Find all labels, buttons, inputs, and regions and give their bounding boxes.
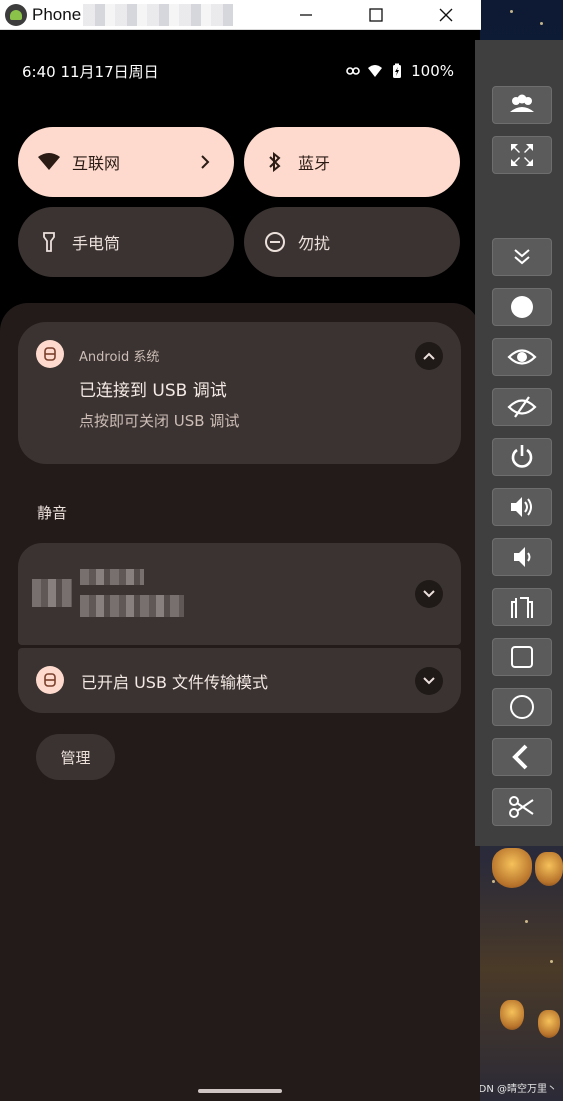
minimize-button[interactable] <box>271 0 341 30</box>
screenshot-cut-icon <box>509 796 534 818</box>
fullscreen-icon <box>511 144 533 166</box>
home-indicator[interactable] <box>198 1089 282 1093</box>
tile-internet[interactable]: 互联网 <box>18 127 234 197</box>
redacted-text <box>80 595 184 617</box>
volume-up-icon <box>511 497 532 517</box>
close-button[interactable] <box>411 0 481 30</box>
tile-flashlight[interactable]: 手电筒 <box>18 207 234 277</box>
silent-section-label: 静音 <box>37 504 68 522</box>
power-button[interactable] <box>492 438 552 476</box>
power-icon <box>511 445 533 468</box>
tile-do-not-disturb[interactable]: 勿扰 <box>244 207 460 277</box>
recents-icon <box>511 646 533 668</box>
fullscreen-button[interactable] <box>492 136 552 174</box>
notification-usb-debugging[interactable]: Android 系统 已连接到 USB 调试 点按即可关闭 USB 调试 <box>18 322 461 464</box>
do-not-disturb-icon <box>264 231 286 253</box>
rotate-button[interactable] <box>492 588 552 626</box>
minimize-icon <box>300 14 312 16</box>
chevron-up-icon <box>423 352 435 360</box>
status-bar: 6:40 11月17日周日 100% <box>22 60 454 82</box>
screenshot-button[interactable] <box>492 788 552 826</box>
home-icon <box>510 695 534 719</box>
notification-text: 点按即可关闭 USB 调试 <box>79 412 240 430</box>
show-touches-button[interactable] <box>492 338 552 376</box>
hide-touches-button[interactable] <box>492 388 552 426</box>
collapse-icon <box>514 249 530 265</box>
eye-icon <box>507 349 537 365</box>
chevron-down-icon <box>423 677 435 685</box>
notification-redacted[interactable] <box>18 543 461 645</box>
wifi-icon <box>38 151 60 173</box>
volume-up-button[interactable] <box>492 488 552 526</box>
record-button[interactable] <box>492 288 552 326</box>
chevron-right-icon <box>201 155 210 169</box>
notification-usb-file-transfer[interactable]: 已开启 USB 文件传输模式 <box>18 648 461 713</box>
notification-app-name: Android 系统 <box>79 350 160 365</box>
emulator-toolbar <box>475 40 563 846</box>
back-icon <box>512 744 528 770</box>
battery-percent: 100% <box>411 62 454 80</box>
back-button[interactable] <box>492 738 552 776</box>
collapse-button[interactable] <box>492 238 552 276</box>
maximize-icon <box>369 8 383 22</box>
android-app-icon <box>5 3 27 26</box>
rotate-icon <box>511 597 533 618</box>
expand-notification-button[interactable] <box>415 667 443 695</box>
notification-title: 已连接到 USB 调试 <box>79 381 227 401</box>
eye-off-icon <box>507 396 537 418</box>
recents-button[interactable] <box>492 638 552 676</box>
bluetooth-icon <box>264 151 286 173</box>
volume-down-button[interactable] <box>492 538 552 576</box>
wifi-status-icon <box>368 65 383 77</box>
manage-button[interactable]: 管理 <box>36 734 115 780</box>
volume-down-icon <box>514 547 531 567</box>
redacted-title-area <box>83 3 234 26</box>
notification-title: 已开启 USB 文件传输模式 <box>81 673 269 692</box>
status-time-date: 6:40 11月17日周日 <box>22 62 159 81</box>
expand-notification-button[interactable] <box>415 580 443 608</box>
battery-icon <box>393 63 402 78</box>
android-system-icon <box>36 666 64 694</box>
redacted-title <box>80 569 144 585</box>
close-icon <box>439 8 453 22</box>
phone-screen: 6:40 11月17日周日 100% 互联网 蓝牙 手电筒 勿扰 Android… <box>0 30 480 1101</box>
android-system-icon <box>36 340 64 368</box>
tile-label: 互联网 <box>72 154 121 173</box>
maximize-button[interactable] <box>341 0 411 30</box>
home-button[interactable] <box>492 688 552 726</box>
window-titlebar: Phone <box>0 0 481 30</box>
window-title: Phone <box>32 4 82 24</box>
flashlight-icon <box>38 231 60 253</box>
multi-user-icon <box>510 94 534 112</box>
tile-label: 勿扰 <box>298 234 331 253</box>
vpn-key-icon <box>346 67 360 75</box>
collapse-notification-button[interactable] <box>415 342 443 370</box>
record-icon <box>511 296 533 318</box>
chevron-down-icon <box>423 590 435 598</box>
multi-user-button[interactable] <box>492 86 552 124</box>
tile-label: 蓝牙 <box>298 154 331 173</box>
tile-bluetooth[interactable]: 蓝牙 <box>244 127 460 197</box>
redacted-icon <box>32 579 72 607</box>
tile-label: 手电筒 <box>72 234 121 253</box>
